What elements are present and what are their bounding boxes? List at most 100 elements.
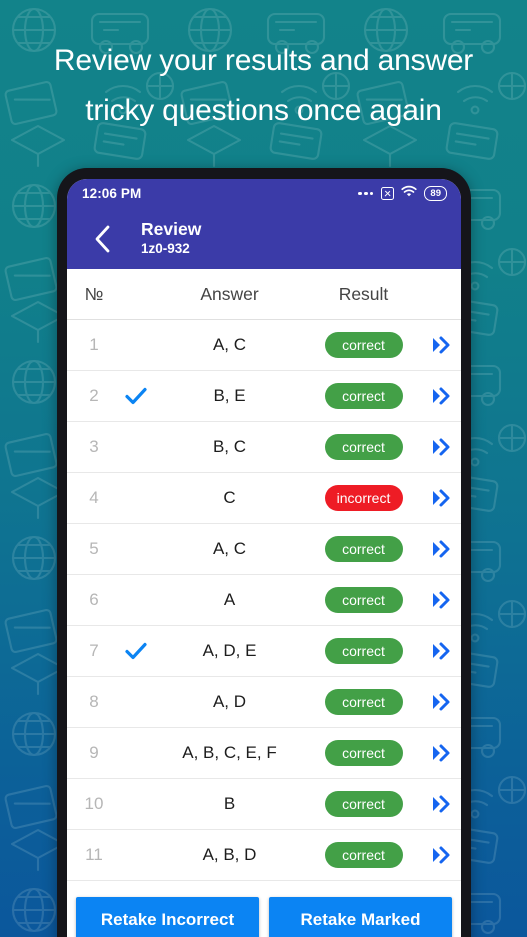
row-number: 7 bbox=[89, 641, 99, 660]
more-dots-icon bbox=[358, 191, 374, 196]
chevron-left-icon bbox=[95, 225, 109, 252]
phone-mockup: 12:06 PM 89 Review 1z0-932 № Answer Resu… bbox=[57, 168, 471, 937]
row-go-button[interactable] bbox=[421, 692, 461, 712]
check-icon bbox=[125, 387, 147, 405]
row-answer: A, B, D bbox=[202, 845, 257, 864]
row-go-button[interactable] bbox=[421, 794, 461, 814]
app-bar: Review 1z0-932 bbox=[67, 208, 461, 269]
cast-off-icon bbox=[381, 187, 395, 200]
double-chevron-right-icon bbox=[433, 846, 450, 864]
double-chevron-right-icon bbox=[433, 438, 450, 456]
column-header-result: Result bbox=[338, 283, 389, 304]
wifi-icon bbox=[401, 185, 418, 203]
status-badge: correct bbox=[324, 434, 403, 460]
status-badge: correct bbox=[324, 689, 403, 715]
status-badge: incorrect bbox=[324, 485, 403, 511]
row-result: correct bbox=[306, 332, 421, 358]
status-time: 12:06 PM bbox=[82, 186, 142, 201]
row-go-button[interactable] bbox=[421, 539, 461, 559]
status-badge: correct bbox=[324, 587, 403, 613]
status-icons: 89 bbox=[358, 185, 447, 203]
status-badge: correct bbox=[324, 536, 403, 562]
table-body: 1 A, C correct 2 B, E correct 3 B, C correct 4 Cin… bbox=[67, 320, 461, 881]
row-result: correct bbox=[306, 434, 421, 460]
double-chevron-right-icon bbox=[433, 693, 450, 711]
table-row[interactable]: 5 A, C correct bbox=[67, 524, 461, 575]
status-badge: correct bbox=[324, 332, 403, 358]
table-row[interactable]: 7 A, D, E correct bbox=[67, 626, 461, 677]
row-number: 8 bbox=[89, 692, 99, 711]
row-number: 6 bbox=[89, 590, 99, 609]
app-bar-titles: Review 1z0-932 bbox=[141, 219, 201, 258]
row-result: incorrect bbox=[306, 485, 421, 511]
row-answer: A bbox=[223, 590, 236, 609]
row-number: 1 bbox=[89, 335, 99, 354]
double-chevron-right-icon bbox=[433, 387, 450, 405]
row-go-button[interactable] bbox=[421, 845, 461, 865]
status-badge: correct bbox=[324, 638, 403, 664]
row-answer: B, C bbox=[212, 437, 247, 456]
retake-marked-button[interactable]: Retake Marked bbox=[269, 897, 452, 937]
table-row[interactable]: 4 Cincorrect bbox=[67, 473, 461, 524]
double-chevron-right-icon bbox=[433, 591, 450, 609]
row-answer: B, E bbox=[213, 386, 246, 405]
table-row[interactable]: 10 Bcorrect bbox=[67, 779, 461, 830]
double-chevron-right-icon bbox=[433, 489, 450, 507]
table-row[interactable]: 3 B, C correct bbox=[67, 422, 461, 473]
row-number: 3 bbox=[89, 437, 99, 456]
row-answer: B bbox=[223, 794, 236, 813]
double-chevron-right-icon bbox=[433, 795, 450, 813]
row-result: correct bbox=[306, 383, 421, 409]
page-subtitle: 1z0-932 bbox=[141, 241, 190, 256]
row-go-button[interactable] bbox=[421, 590, 461, 610]
page-title: Review bbox=[141, 219, 202, 239]
row-go-button[interactable] bbox=[421, 641, 461, 661]
double-chevron-right-icon bbox=[433, 642, 450, 660]
check-icon bbox=[125, 642, 147, 660]
phone-screen: 12:06 PM 89 Review 1z0-932 № Answer Resu… bbox=[67, 179, 461, 937]
table-row[interactable]: 11 A, B, D correct bbox=[67, 830, 461, 881]
back-button[interactable] bbox=[85, 222, 119, 256]
results-table: № Answer Result 1 A, C correct 2 B, E correct… bbox=[67, 269, 461, 881]
battery-icon: 89 bbox=[424, 186, 447, 201]
status-badge: correct bbox=[324, 791, 403, 817]
row-mark[interactable] bbox=[113, 386, 159, 406]
column-header-answer: Answer bbox=[200, 283, 259, 304]
row-answer: A, D bbox=[212, 692, 247, 711]
table-row[interactable]: 6 Acorrect bbox=[67, 575, 461, 626]
row-result: correct bbox=[306, 536, 421, 562]
row-answer: A, B, C, E, F bbox=[182, 743, 277, 762]
table-row[interactable]: 9 A, B, C, E, F correct bbox=[67, 728, 461, 779]
row-result: correct bbox=[306, 791, 421, 817]
retake-incorrect-button[interactable]: Retake Incorrect bbox=[76, 897, 259, 937]
row-number: 4 bbox=[89, 488, 99, 507]
row-answer: C bbox=[223, 488, 236, 507]
table-row[interactable]: 1 A, C correct bbox=[67, 320, 461, 371]
column-header-number: № bbox=[84, 283, 104, 304]
row-go-button[interactable] bbox=[421, 386, 461, 406]
table-row[interactable]: 2 B, E correct bbox=[67, 371, 461, 422]
row-number: 2 bbox=[89, 386, 99, 405]
row-result: correct bbox=[306, 842, 421, 868]
status-bar: 12:06 PM 89 bbox=[67, 179, 461, 208]
row-go-button[interactable] bbox=[421, 743, 461, 763]
table-header-row: № Answer Result bbox=[67, 269, 461, 320]
row-go-button[interactable] bbox=[421, 488, 461, 508]
row-result: correct bbox=[306, 638, 421, 664]
row-go-button[interactable] bbox=[421, 335, 461, 355]
row-answer: A, C bbox=[212, 335, 247, 354]
row-number: 10 bbox=[84, 794, 104, 813]
row-result: correct bbox=[306, 587, 421, 613]
row-number: 11 bbox=[85, 845, 103, 864]
row-mark[interactable] bbox=[113, 641, 159, 661]
promo-background: Review your results and answer tricky qu… bbox=[0, 0, 527, 937]
double-chevron-right-icon bbox=[433, 744, 450, 762]
row-result: correct bbox=[306, 740, 421, 766]
table-row[interactable]: 8 A, D correct bbox=[67, 677, 461, 728]
row-result: correct bbox=[306, 689, 421, 715]
row-number: 9 bbox=[89, 743, 99, 762]
bottom-actions: Retake Incorrect Retake Marked bbox=[67, 897, 461, 937]
status-badge: correct bbox=[324, 740, 403, 766]
status-badge: correct bbox=[324, 842, 403, 868]
row-go-button[interactable] bbox=[421, 437, 461, 457]
